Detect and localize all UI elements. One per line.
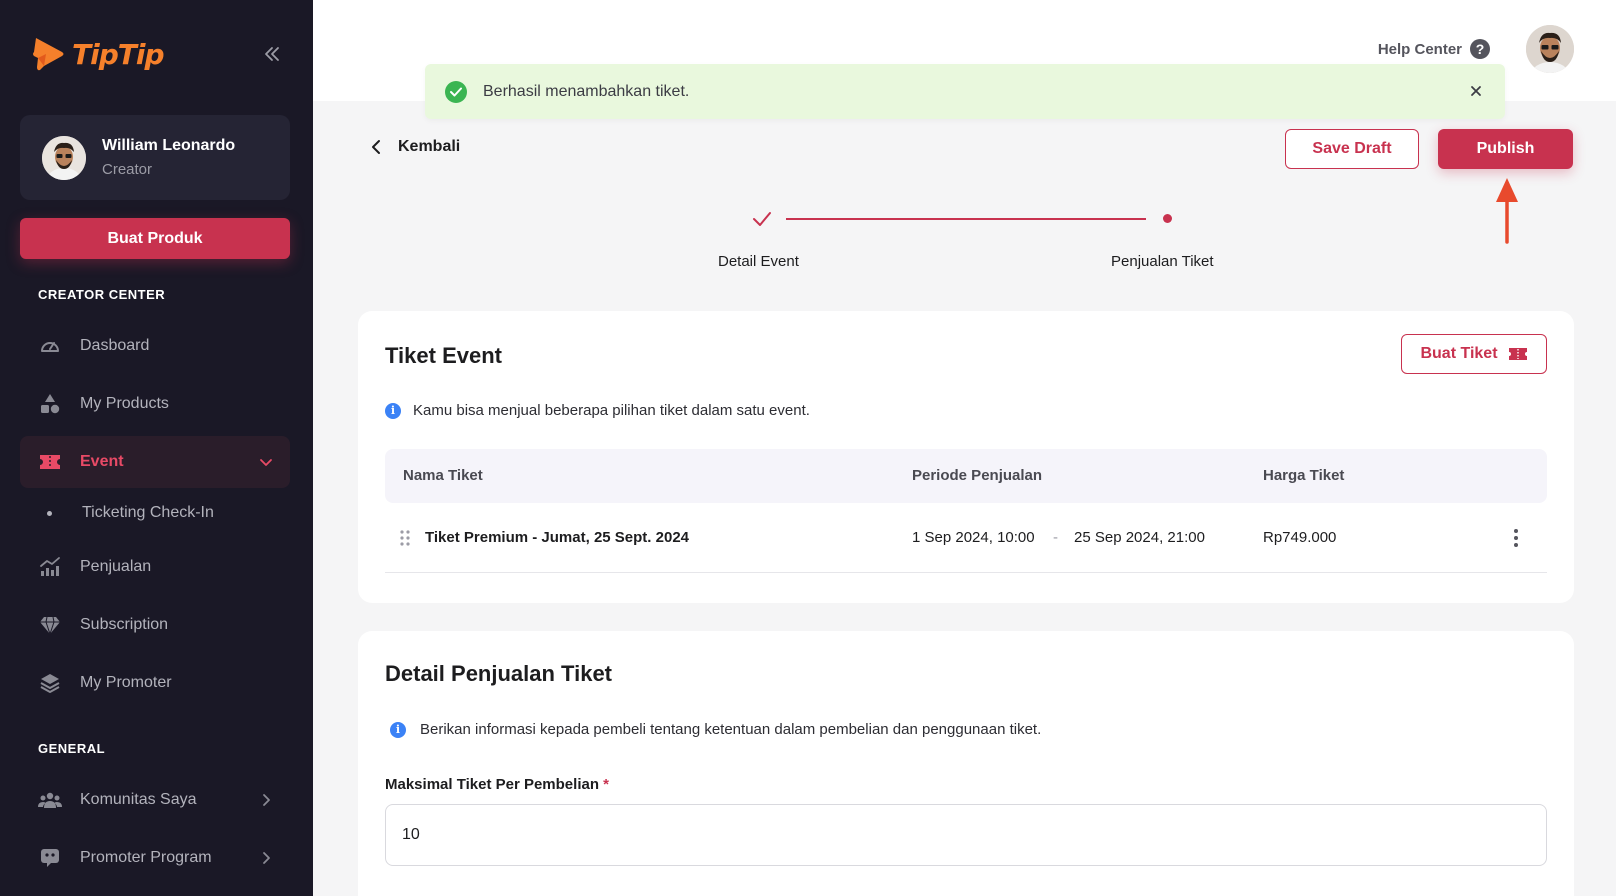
ticket-price: Rp749.000 (1263, 529, 1337, 546)
sidebar-item-promoter-program[interactable]: Promoter Program (20, 832, 290, 884)
ticket-end-date: 25 Sep 2024, 21:00 (1074, 529, 1205, 546)
drag-handle-icon[interactable] (399, 530, 411, 546)
more-vertical-icon[interactable] (1513, 528, 1519, 548)
play-logo-icon (33, 38, 64, 71)
arrow-up-annotation-icon (1496, 178, 1518, 244)
sidebar-item-my-products[interactable]: My Products (20, 378, 290, 430)
required-mark: * (603, 776, 610, 793)
sidebar-item-label: Dasboard (80, 337, 150, 354)
step-complete-check-icon (753, 212, 771, 226)
profile-card[interactable]: William Leonardo Creator (20, 115, 290, 200)
back-label: Kembali (398, 138, 461, 155)
stepper-progress-line (786, 218, 1146, 220)
check-circle-icon (445, 80, 467, 103)
tiptip-logo[interactable]: TipTip (32, 36, 164, 72)
chevron-left-icon (372, 140, 380, 154)
toast-message: Berhasil menambahkan tiket. (483, 82, 690, 100)
publish-button[interactable]: Publish (1438, 129, 1573, 169)
success-toast: Berhasil menambahkan tiket. (425, 64, 1505, 119)
shapes-icon (38, 392, 62, 416)
avatar (42, 135, 86, 180)
ticket-icon (1508, 348, 1527, 360)
question-icon: ? (1470, 39, 1490, 59)
ticket-table-header: Nama Tiket Periode Penjualan Harga Tiket (385, 449, 1547, 503)
info-text: Berikan informasi kepada pembeli tentang… (420, 721, 1042, 738)
chevron-right-icon (263, 852, 270, 864)
column-header-price: Harga Tiket (1263, 467, 1345, 484)
promoter-program-icon (38, 846, 62, 870)
sales-info-note: i Berikan informasi kepada pembeli tenta… (385, 721, 1041, 738)
sidebar: TipTip William Leonardo Creator Buat Pro… (0, 0, 313, 896)
collapse-sidebar-icon[interactable] (262, 44, 282, 64)
info-text: Kamu bisa menjual beberapa pilihan tiket… (413, 402, 810, 419)
column-header-name: Nama Tiket (403, 467, 483, 484)
sidebar-item-label: Ticketing Check-In (82, 504, 214, 521)
layers-icon (38, 671, 62, 695)
gauge-icon (38, 334, 62, 358)
sidebar-item-event[interactable]: Event (20, 436, 290, 488)
profile-name: William Leonardo (102, 137, 236, 154)
sales-chart-icon (38, 555, 62, 579)
chevron-down-icon (260, 459, 272, 466)
close-icon[interactable] (1467, 82, 1485, 100)
sidebar-subitem-ticketing-checkin[interactable]: Ticketing Check-In (20, 491, 290, 535)
info-icon: i (390, 721, 406, 738)
section-creator-center: CREATOR CENTER (38, 287, 166, 302)
section-general: GENERAL (38, 741, 106, 756)
card-title: Detail Penjualan Tiket (385, 661, 613, 686)
step-label-detail-event[interactable]: Detail Event (718, 253, 799, 270)
create-ticket-button[interactable]: Buat Tiket (1401, 334, 1547, 374)
sidebar-item-label: Subscription (80, 616, 169, 633)
max-ticket-label-text: Maksimal Tiket Per Pembelian (385, 776, 599, 793)
community-icon (38, 788, 62, 812)
ticket-info-note: i Kamu bisa menjual beberapa pilihan tik… (385, 402, 810, 419)
create-product-button[interactable]: Buat Produk (20, 218, 290, 259)
sidebar-item-label: My Promoter (80, 674, 172, 691)
ticket-icon (38, 450, 62, 474)
column-header-period: Periode Penjualan (912, 467, 1043, 484)
sidebar-item-komunitas-saya[interactable]: Komunitas Saya (20, 774, 290, 826)
max-ticket-input[interactable] (385, 804, 1547, 866)
ticket-event-card: Tiket Event Buat Tiket i Kamu bisa menju… (358, 311, 1574, 603)
diamond-icon (38, 613, 62, 637)
step-current-dot (1163, 214, 1172, 223)
sidebar-item-subscription[interactable]: Subscription (20, 599, 290, 651)
help-center-link[interactable]: Help Center ? (1378, 39, 1490, 59)
step-label-penjualan-tiket[interactable]: Penjualan Tiket (1111, 253, 1214, 270)
sidebar-item-label: Penjualan (80, 558, 152, 575)
back-link[interactable]: Kembali (370, 138, 460, 156)
sidebar-item-label: My Products (80, 395, 169, 412)
chevron-right-icon (263, 794, 270, 806)
sidebar-item-label: Promoter Program (80, 849, 212, 866)
help-center-label: Help Center (1377, 40, 1462, 58)
table-row[interactable]: Tiket Premium - Jumat, 25 Sept. 2024 1 S… (385, 503, 1547, 573)
ticket-sales-detail-card: Detail Penjualan Tiket i Berikan informa… (358, 631, 1574, 896)
card-title: Tiket Event (385, 343, 502, 368)
logo-text: TipTip (72, 37, 164, 71)
sidebar-item-my-promoter[interactable]: My Promoter (20, 657, 290, 709)
bullet-dot (47, 510, 52, 516)
ticket-name: Tiket Premium - Jumat, 25 Sept. 2024 (425, 529, 690, 546)
max-ticket-label: Maksimal Tiket Per Pembelian * (385, 776, 609, 793)
save-draft-button[interactable]: Save Draft (1285, 129, 1419, 169)
profile-role: Creator (102, 161, 153, 178)
user-avatar[interactable] (1526, 25, 1574, 73)
sidebar-item-label: Event (80, 453, 124, 470)
sidebar-item-penjualan[interactable]: Penjualan (20, 541, 290, 593)
ticket-start-date: 1 Sep 2024, 10:00 (912, 529, 1035, 546)
sidebar-item-dashboard[interactable]: Dasboard (20, 320, 290, 372)
info-icon: i (385, 402, 401, 419)
sidebar-item-label: Komunitas Saya (80, 791, 197, 808)
date-separator: - (1053, 529, 1058, 546)
create-ticket-label: Buat Tiket (1420, 345, 1498, 362)
